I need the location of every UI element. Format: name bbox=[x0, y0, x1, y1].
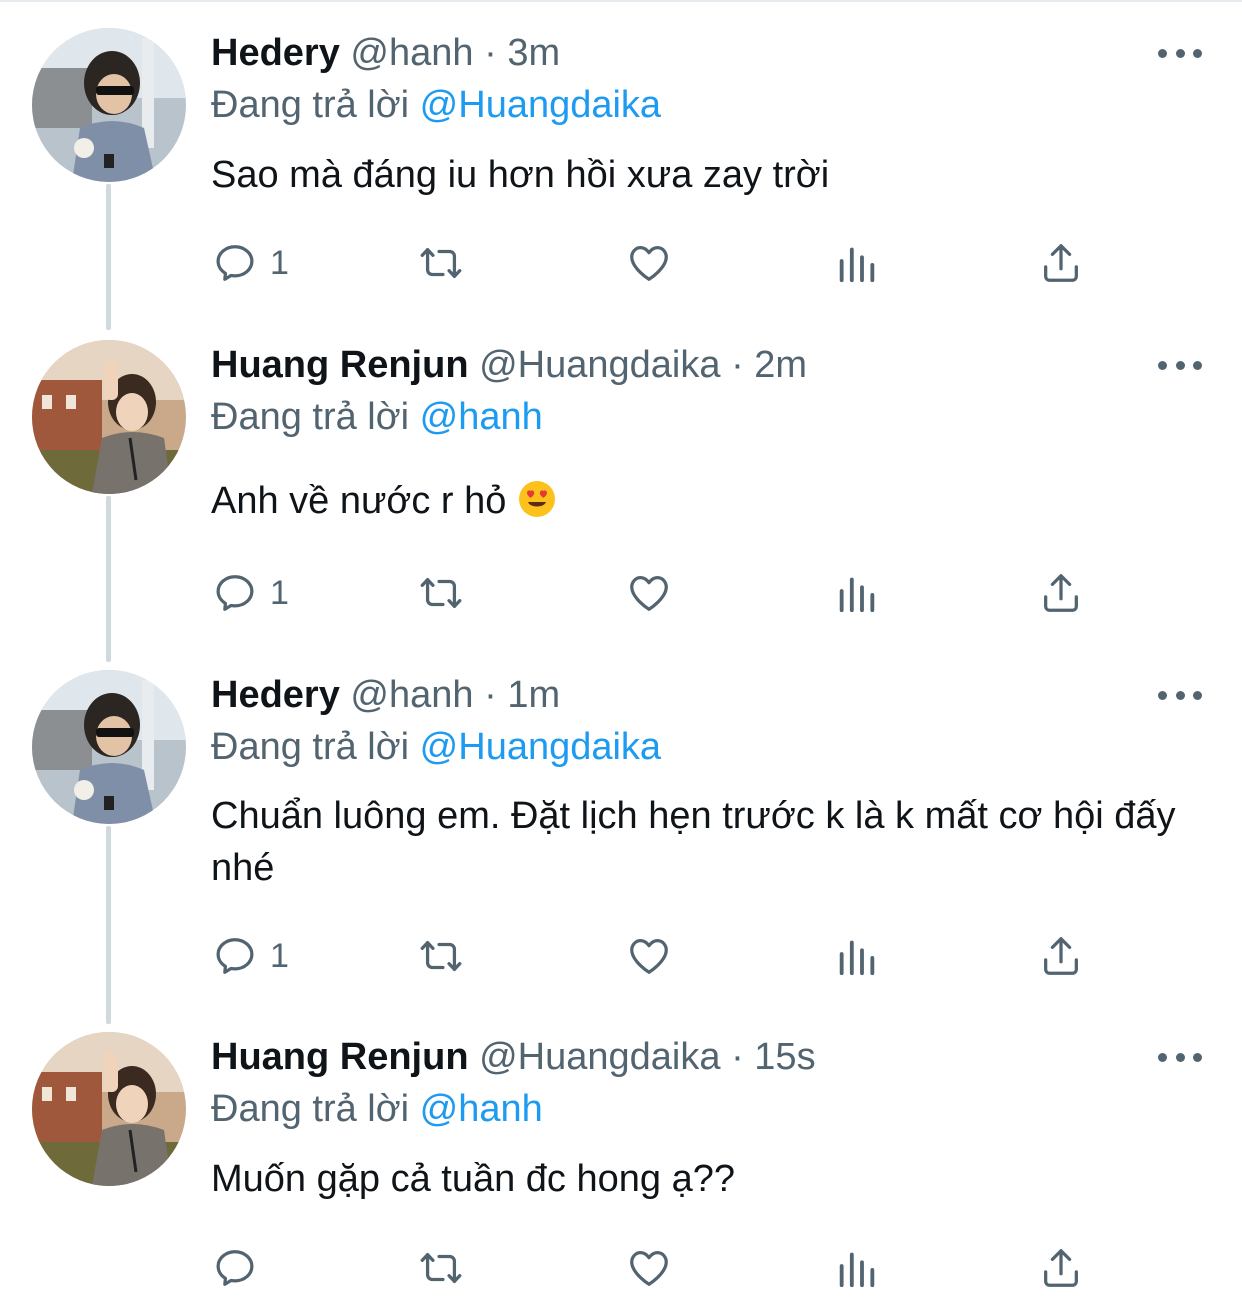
share-button[interactable] bbox=[1038, 926, 1084, 986]
like-icon bbox=[630, 246, 668, 281]
share-button[interactable] bbox=[1038, 1238, 1084, 1298]
tweet-header: Huang Renjun @Huangdaika · 15s bbox=[211, 1032, 816, 1082]
display-name[interactable]: Huang Renjun bbox=[211, 1036, 469, 1078]
like-button[interactable] bbox=[626, 563, 672, 623]
like-icon bbox=[630, 576, 668, 611]
timestamp[interactable]: 15s bbox=[754, 1036, 815, 1078]
avatar[interactable] bbox=[32, 28, 186, 182]
mention-link[interactable]: @Huangdaika bbox=[420, 84, 661, 126]
more-icon[interactable] bbox=[1158, 1047, 1202, 1067]
avatar[interactable] bbox=[32, 670, 186, 824]
analytics-icon bbox=[839, 940, 875, 976]
analytics-button[interactable] bbox=[834, 233, 880, 293]
user-handle[interactable]: @hanh bbox=[350, 32, 473, 74]
more-icon[interactable] bbox=[1158, 355, 1202, 375]
reply-button[interactable]: 1 bbox=[212, 233, 289, 293]
replying-to: Đang trả lời @Huangdaika bbox=[211, 722, 661, 772]
tweet-header: Huang Renjun @Huangdaika · 2m bbox=[211, 340, 807, 390]
tweet-text: Chuẩn luông em. Đặt lịch hẹn trước k là … bbox=[211, 795, 1176, 889]
reply-icon bbox=[216, 575, 254, 611]
retweet-button[interactable] bbox=[418, 1238, 464, 1298]
more-icon[interactable] bbox=[1158, 43, 1202, 63]
reply-icon bbox=[216, 1250, 254, 1286]
analytics-icon bbox=[839, 247, 875, 283]
retweet-icon bbox=[420, 940, 462, 972]
timestamp[interactable]: 1m bbox=[507, 674, 560, 716]
like-button[interactable] bbox=[626, 233, 672, 293]
user-handle[interactable]: @Huangdaika bbox=[479, 344, 720, 386]
analytics-button[interactable] bbox=[834, 1238, 880, 1298]
avatar[interactable] bbox=[32, 1032, 186, 1186]
share-button[interactable] bbox=[1038, 233, 1084, 293]
like-icon bbox=[630, 1251, 668, 1286]
replying-to: Đang trả lời @Huangdaika bbox=[211, 80, 661, 130]
retweet-button[interactable] bbox=[418, 926, 464, 986]
analytics-button[interactable] bbox=[834, 563, 880, 623]
display-name[interactable]: Hedery bbox=[211, 674, 340, 716]
replying-label: Đang trả lời bbox=[211, 396, 410, 438]
tweet-header: Hedery @hanh · 3m bbox=[211, 28, 560, 78]
display-name[interactable]: Hedery bbox=[211, 32, 340, 74]
reply-count: 1 bbox=[270, 573, 289, 612]
like-icon bbox=[630, 939, 668, 974]
share-icon bbox=[1044, 574, 1078, 612]
analytics-button[interactable] bbox=[834, 926, 880, 986]
action-bar bbox=[0, 1238, 1242, 1298]
share-icon bbox=[1044, 1249, 1078, 1287]
mention-link[interactable]: @Huangdaika bbox=[420, 726, 661, 768]
tweet-text-container: Anh về nước r hỏ bbox=[211, 475, 1191, 527]
tweet-header: Hedery @hanh · 1m bbox=[211, 670, 560, 720]
action-bar: 1 bbox=[0, 563, 1242, 623]
retweet-icon bbox=[420, 1252, 462, 1284]
timestamp[interactable]: 2m bbox=[754, 344, 807, 386]
reply-icon bbox=[216, 245, 254, 281]
retweet-button[interactable] bbox=[418, 563, 464, 623]
user-handle[interactable]: @hanh bbox=[350, 674, 473, 716]
action-bar: 1 bbox=[0, 926, 1242, 986]
separator: · bbox=[731, 1036, 744, 1078]
replying-label: Đang trả lời bbox=[211, 1088, 410, 1130]
reply-button[interactable]: 1 bbox=[212, 926, 289, 986]
mention-link[interactable]: @hanh bbox=[420, 1088, 543, 1130]
retweet-icon bbox=[420, 577, 462, 609]
reply-button[interactable] bbox=[212, 1238, 270, 1298]
replying-to: Đang trả lời @hanh bbox=[211, 392, 543, 442]
thread-connector bbox=[106, 826, 111, 1024]
share-button[interactable] bbox=[1038, 563, 1084, 623]
action-bar: 1 bbox=[0, 233, 1242, 293]
tweet-text: Sao mà đáng iu hơn hồi xưa zay trời bbox=[211, 154, 830, 196]
user-handle[interactable]: @Huangdaika bbox=[479, 1036, 720, 1078]
mention-link[interactable]: @hanh bbox=[420, 396, 543, 438]
separator: · bbox=[731, 344, 744, 386]
like-button[interactable] bbox=[626, 926, 672, 986]
timestamp[interactable]: 3m bbox=[507, 32, 560, 74]
share-icon bbox=[1044, 244, 1078, 282]
separator: · bbox=[484, 32, 497, 74]
replying-label: Đang trả lời bbox=[211, 726, 410, 768]
replying-to: Đang trả lời @hanh bbox=[211, 1084, 543, 1134]
more-icon[interactable] bbox=[1158, 685, 1202, 705]
reply-count: 1 bbox=[270, 243, 289, 282]
avatar[interactable] bbox=[32, 340, 186, 494]
retweet-button[interactable] bbox=[418, 233, 464, 293]
heart-eyes-emoji bbox=[518, 481, 555, 517]
tweet-text: Anh về nước r hỏ bbox=[211, 480, 507, 522]
like-button[interactable] bbox=[626, 1238, 672, 1298]
top-divider bbox=[0, 0, 1242, 2]
share-icon bbox=[1044, 937, 1078, 975]
replying-label: Đang trả lời bbox=[211, 84, 410, 126]
display-name[interactable]: Huang Renjun bbox=[211, 344, 469, 386]
tweet-text: Muốn gặp cả tuần đc hong ạ?? bbox=[211, 1158, 735, 1200]
reply-icon bbox=[216, 938, 254, 974]
retweet-icon bbox=[420, 247, 462, 279]
analytics-icon bbox=[839, 577, 875, 613]
separator: · bbox=[484, 674, 497, 716]
analytics-icon bbox=[839, 1252, 875, 1288]
reply-count: 1 bbox=[270, 936, 289, 975]
reply-button[interactable]: 1 bbox=[212, 563, 289, 623]
